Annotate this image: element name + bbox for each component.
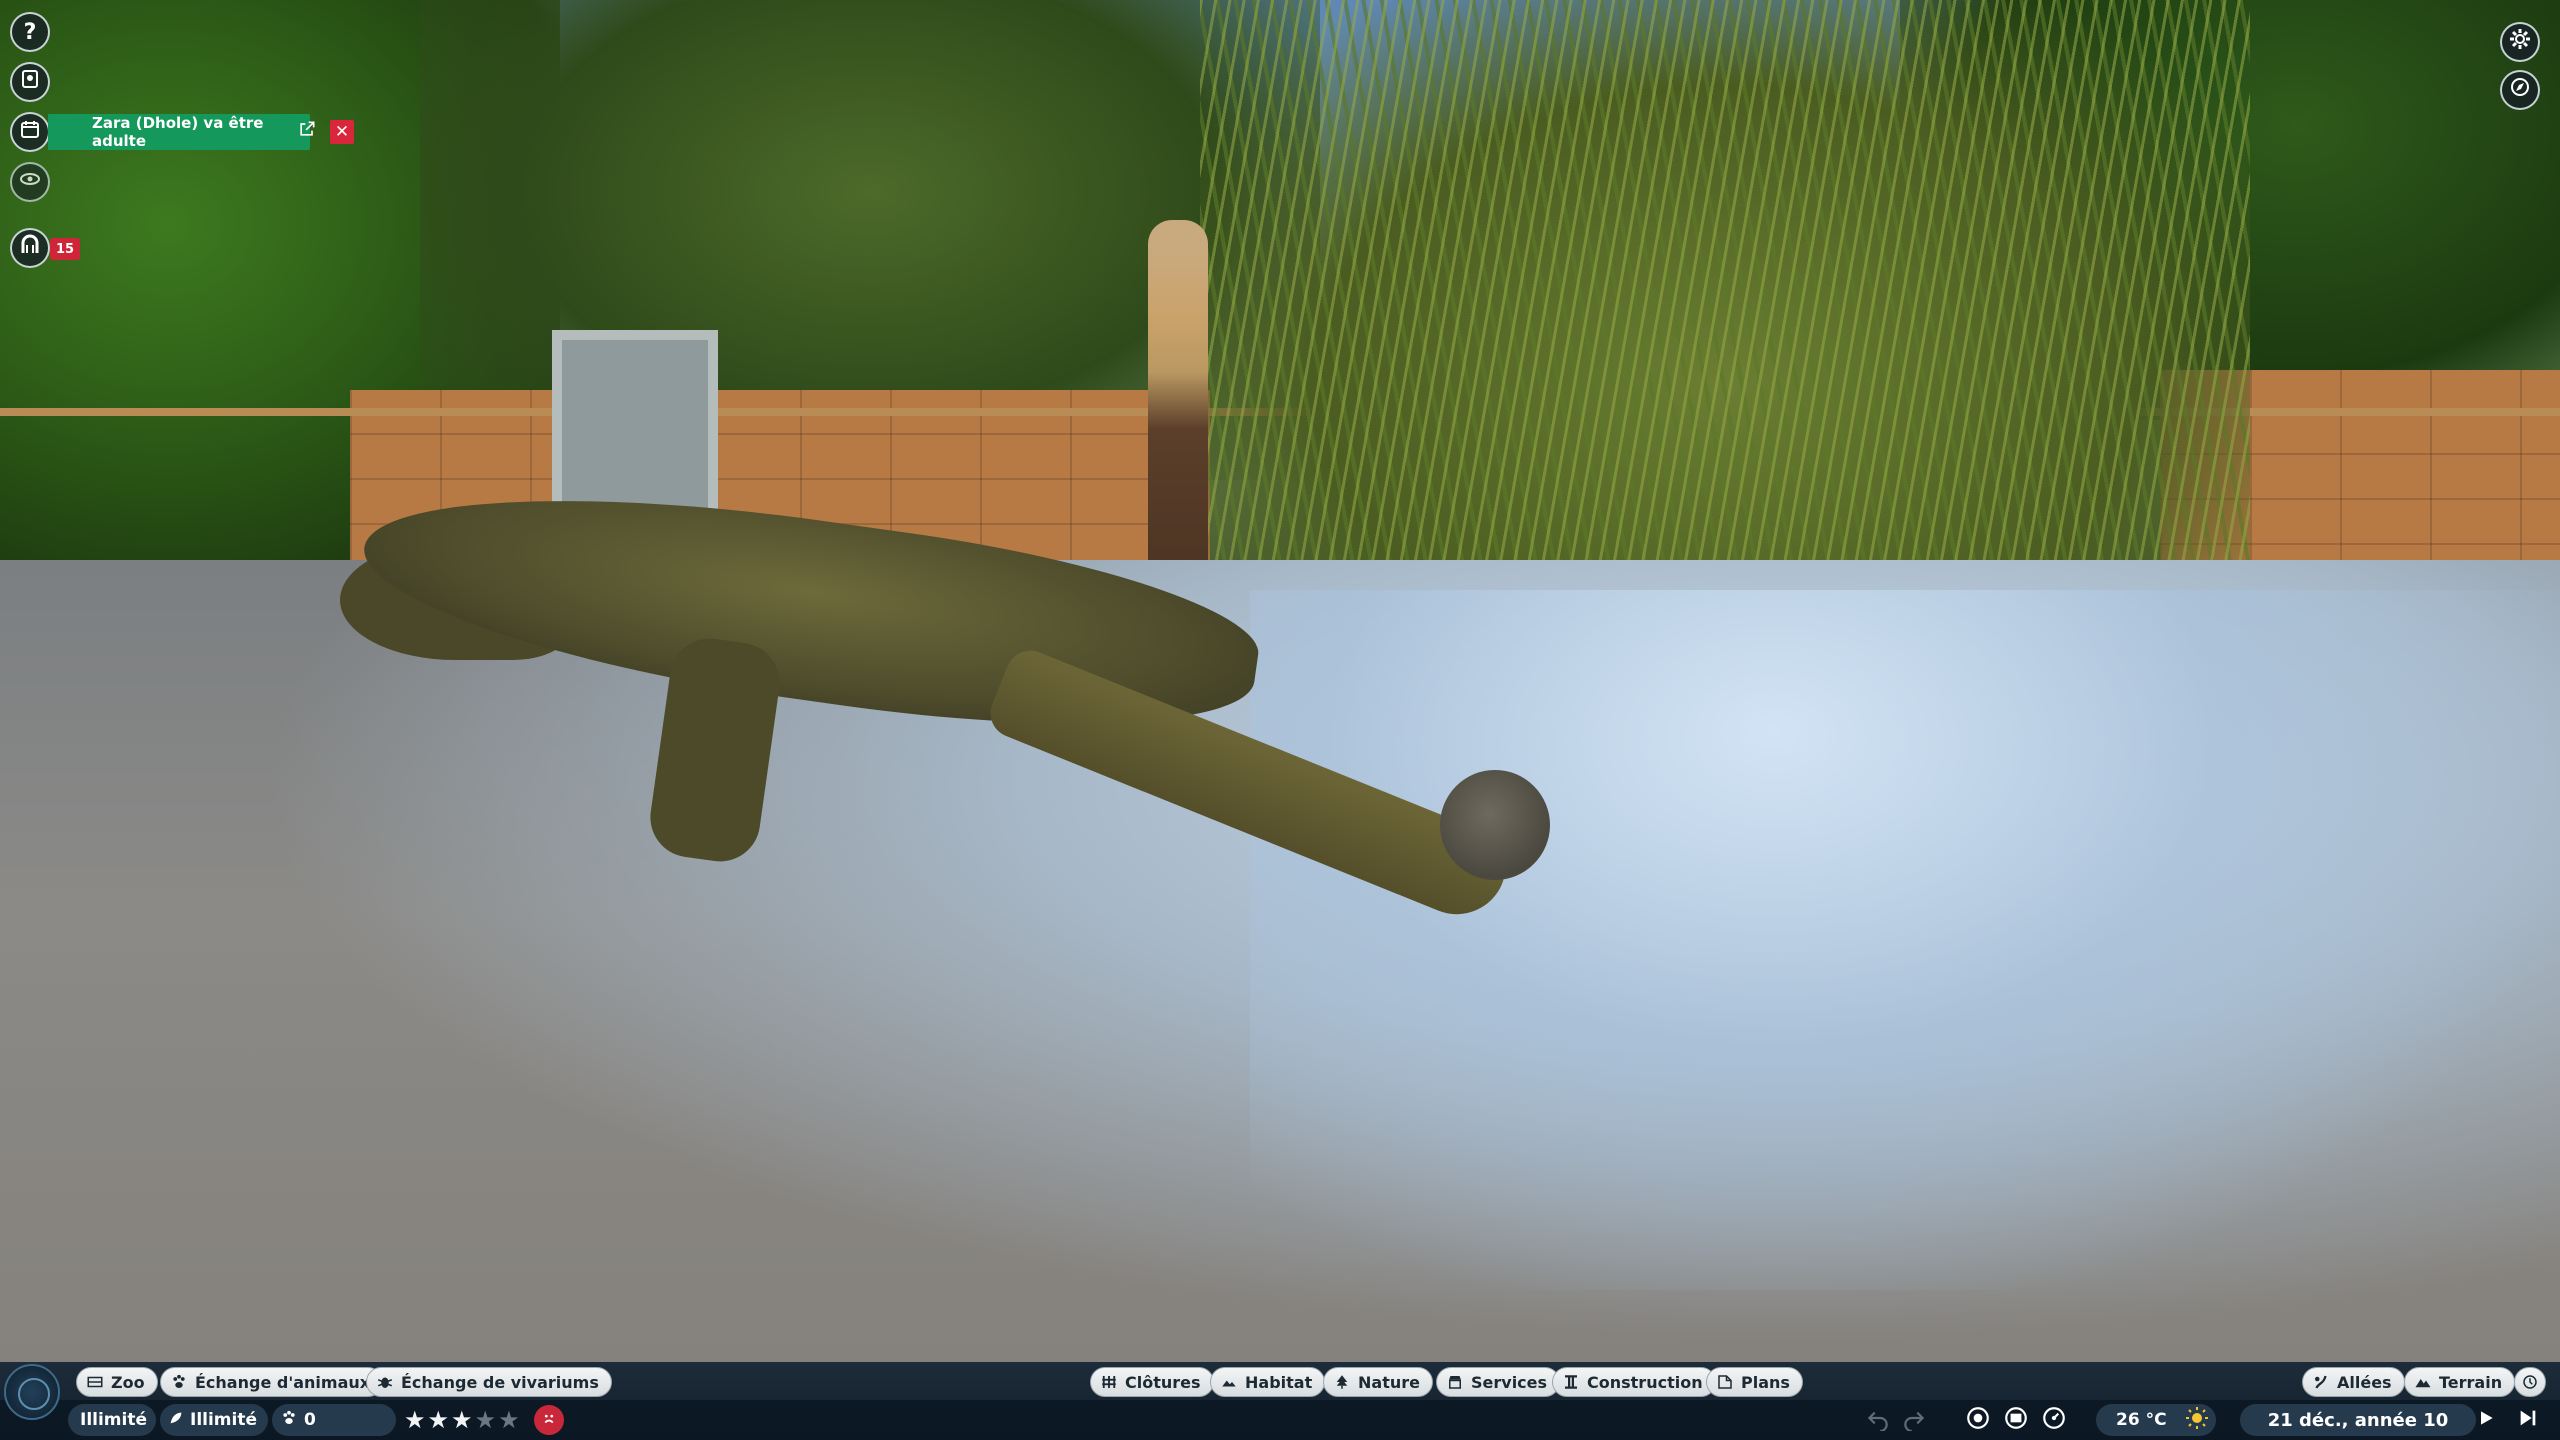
blueprints-button[interactable]: Plans — [1706, 1367, 1803, 1397]
star-icon: ★ — [404, 1406, 426, 1434]
notification-open-button[interactable] — [296, 120, 318, 142]
construction-label: Construction — [1587, 1372, 1703, 1392]
conservation-value: Illimité — [190, 1410, 258, 1430]
weather-display[interactable]: 26 °C — [2096, 1404, 2216, 1436]
play-speed-button[interactable] — [2474, 1408, 2498, 1432]
animals-display[interactable]: 0 — [280, 1404, 316, 1436]
vivarium-exchange-label: Échange de vivariums — [401, 1372, 599, 1392]
paw-small-icon — [280, 1409, 298, 1432]
notification-banner[interactable]: Zara (Dhole) va être adulte — [48, 114, 310, 150]
heatmap-button[interactable] — [2038, 1404, 2070, 1436]
layers-icon — [2003, 1405, 2029, 1435]
photo-mode-button[interactable] — [1962, 1404, 1994, 1436]
gear-icon — [2508, 27, 2532, 57]
book-icon — [18, 67, 42, 97]
blueprints-label: Plans — [1741, 1372, 1790, 1392]
history-icon — [2520, 1372, 2540, 1392]
guests-button[interactable] — [10, 228, 50, 268]
settings-button[interactable] — [2500, 22, 2540, 62]
play-icon — [2476, 1408, 2496, 1432]
undo-button[interactable] — [1862, 1404, 1894, 1436]
shop-icon — [1445, 1372, 1465, 1392]
blueprint-icon — [1715, 1372, 1735, 1392]
main-menu-orb[interactable] — [4, 1364, 60, 1420]
star-icon: ★ — [451, 1406, 473, 1434]
gharial-ghara — [1440, 770, 1550, 880]
fences-label: Clôtures — [1125, 1372, 1201, 1392]
temperature-value: 26 °C — [2116, 1410, 2167, 1430]
date-display[interactable]: 21 déc., année 10 — [2240, 1404, 2476, 1436]
gate-icon — [18, 233, 42, 263]
game-viewport[interactable] — [0, 0, 2560, 1440]
tree-icon — [1332, 1372, 1352, 1392]
zoo-icon — [85, 1372, 105, 1392]
undo-icon — [1865, 1405, 1891, 1435]
conservation-display[interactable]: Illimité — [168, 1404, 257, 1436]
aperture-icon — [1965, 1405, 1991, 1435]
fences-button[interactable]: Clôtures — [1090, 1367, 1214, 1397]
paths-label: Allées — [2337, 1372, 2392, 1392]
water-surface — [1250, 590, 2560, 1290]
path-icon — [2311, 1372, 2331, 1392]
eye-icon — [18, 167, 42, 197]
camera-mode-button[interactable] — [2500, 70, 2540, 110]
guest-mood-button[interactable] — [534, 1405, 564, 1435]
help-button[interactable]: ? — [10, 12, 50, 52]
zookeeper[interactable] — [1148, 220, 1208, 600]
guests-count-badge: 15 — [50, 238, 81, 260]
calendar-icon — [18, 117, 42, 147]
overlay-button[interactable] — [2000, 1404, 2032, 1436]
close-icon: ✕ — [334, 122, 350, 142]
money-value: Illimité — [80, 1410, 148, 1430]
sun-icon — [2185, 1406, 2209, 1435]
help-icon: ? — [23, 19, 37, 45]
nature-label: Nature — [1358, 1372, 1420, 1392]
redo-icon — [1901, 1405, 1927, 1435]
services-button[interactable]: Services — [1436, 1367, 1561, 1397]
services-label: Services — [1471, 1372, 1548, 1392]
vivarium-exchange-button[interactable]: Échange de vivariums — [366, 1367, 612, 1397]
habitat-label: Habitat — [1245, 1372, 1313, 1392]
terrain-label: Terrain — [2439, 1372, 2503, 1392]
zoopedia-button[interactable] — [10, 62, 50, 102]
fast-forward-button[interactable] — [2516, 1408, 2540, 1432]
habitat-icon — [1219, 1372, 1239, 1392]
view-toggle-button[interactable] — [10, 162, 50, 202]
star-icon: ★ — [427, 1406, 450, 1434]
money-display[interactable]: Illimité — [80, 1404, 147, 1436]
redo-button[interactable] — [1898, 1404, 1930, 1436]
paths-button[interactable]: Allées — [2302, 1367, 2405, 1397]
fence-icon — [1099, 1372, 1119, 1392]
star-empty-icon: ★ — [498, 1406, 520, 1434]
bug-icon — [375, 1372, 395, 1392]
mountain-icon — [2413, 1372, 2433, 1392]
fast-forward-icon — [2517, 1407, 2539, 1433]
paw-icon — [169, 1372, 189, 1392]
zoo-rating[interactable]: ★ ★ ★ ★ ★ — [404, 1406, 520, 1434]
gauge-icon — [2041, 1405, 2067, 1435]
date-value: 21 déc., année 10 — [2267, 1409, 2449, 1431]
leaf-icon — [168, 1410, 184, 1431]
animal-exchange-button[interactable]: Échange d'animaux — [160, 1367, 384, 1397]
compass-icon — [2508, 75, 2532, 105]
construction-button[interactable]: Construction — [1552, 1367, 1716, 1397]
external-link-icon — [297, 119, 317, 143]
undo-history-button[interactable] — [2514, 1367, 2546, 1397]
habitat-button[interactable]: Habitat — [1210, 1367, 1326, 1397]
sad-face-icon — [538, 1407, 560, 1433]
nature-button[interactable]: Nature — [1323, 1367, 1433, 1397]
notification-close-button[interactable]: ✕ — [330, 120, 354, 144]
animals-count: 0 — [304, 1410, 316, 1430]
calendar-button[interactable] — [10, 112, 50, 152]
star-empty-icon: ★ — [474, 1406, 497, 1434]
terrain-button[interactable]: Terrain — [2404, 1367, 2516, 1397]
reeds-grass — [1200, 0, 2250, 640]
pillar-icon — [1561, 1372, 1581, 1392]
notification-text: Zara (Dhole) va être adulte — [92, 114, 264, 150]
zoo-button[interactable]: Zoo — [76, 1367, 158, 1397]
animal-exchange-label: Échange d'animaux — [195, 1372, 371, 1392]
zoo-label: Zoo — [111, 1372, 145, 1392]
